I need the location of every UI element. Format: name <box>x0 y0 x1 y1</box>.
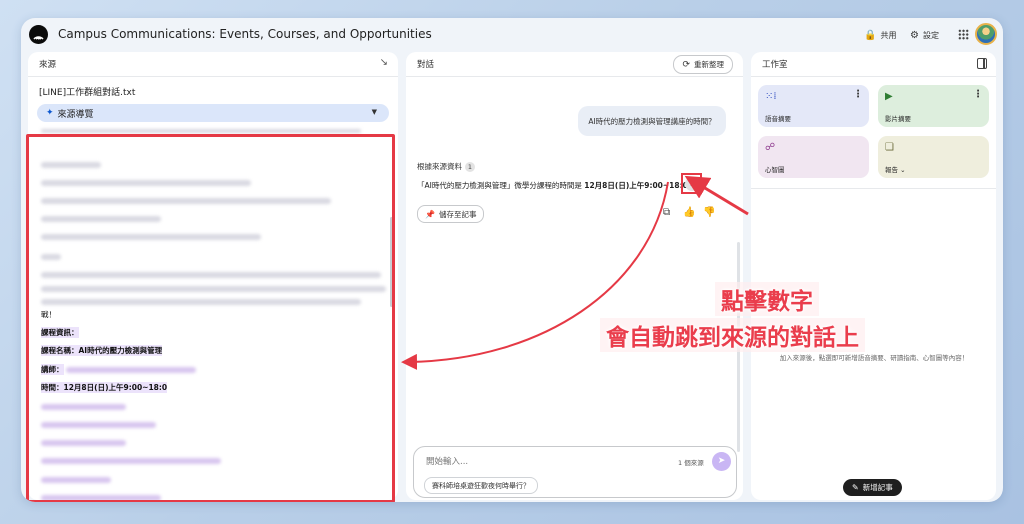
mind-map-icon: ☍ <box>765 142 776 153</box>
source-guide-button[interactable]: ✦ 來源導覽 ▼ <box>37 104 389 122</box>
more-options-icon[interactable]: ⋮ <box>853 89 863 100</box>
mind-map-card[interactable]: ☍ 心智圖 <box>758 136 869 178</box>
apps-grid-icon[interactable] <box>958 29 969 40</box>
collapse-panel-icon[interactable]: ↘ <box>380 57 388 68</box>
callout-line-2: 會自動跳到來源的對話上 <box>600 318 865 352</box>
audio-waveform-icon: ⁙⁞ <box>765 91 777 102</box>
answer-bold: 12月8日(日)上午9:00~18:0 <box>584 181 688 190</box>
copy-icon[interactable]: ⧉ <box>663 207 670 218</box>
thumbs-down-icon[interactable]: 👎 <box>703 207 715 218</box>
more-options-icon[interactable]: ⋮ <box>973 89 983 100</box>
source-count-label: 1 個來源 <box>678 459 704 467</box>
chat-panel-title: 對話 <box>417 60 435 70</box>
suggested-question-chip[interactable]: 賽科師培桌遊狂歡夜何時舉行？ <box>424 477 538 494</box>
gear-icon: ⚙ <box>910 29 919 41</box>
pin-icon: 📌 <box>425 209 435 219</box>
avatar[interactable] <box>975 23 997 45</box>
studio-panel-title: 工作室 <box>762 60 788 70</box>
report-icon: ❏ <box>885 142 894 153</box>
chevron-down-icon: ▼ <box>371 108 377 116</box>
settings-label: 設定 <box>922 30 939 40</box>
video-icon: ▶ <box>885 91 893 102</box>
notebook-title[interactable]: Campus Communications: Events, Courses, … <box>58 27 432 41</box>
based-on-sources: 根據來源資料 1 <box>417 161 475 172</box>
blurred-text-line <box>41 129 361 133</box>
card-label: 心智圖 <box>765 166 785 174</box>
source-file-name: [LINE]工作群組對話.txt <box>39 88 136 98</box>
audio-summary-card[interactable]: ⁙⁞ ⋮ 語音摘要 <box>758 85 869 127</box>
sparkle-icon: ✦ <box>46 108 54 118</box>
send-icon: ➤ <box>717 456 726 466</box>
chat-input[interactable] <box>424 453 648 471</box>
share-label: 共用 <box>880 30 897 40</box>
card-label: 報告 ⌄ <box>885 164 906 174</box>
answer-text: 「AI時代的壓力檢測與管理」微學分課程的時間是 12月8日(日)上午9:00~1… <box>417 180 688 191</box>
share-button[interactable]: 🔒 共用 <box>864 26 896 44</box>
app-logo-icon[interactable] <box>29 25 48 44</box>
citation-highlight-box <box>681 173 702 194</box>
refresh-button[interactable]: ⟳ 重新整理 <box>673 55 733 74</box>
add-note-label: 新增記事 <box>862 483 893 492</box>
refresh-icon: ⟳ <box>682 59 690 70</box>
chat-input-box: 1 個來源 ➤ 賽科師培桌遊狂歡夜何時舉行？ <box>413 446 737 498</box>
studio-panel: 工作室 ⁙⁞ ⋮ 語音摘要 ▶ ⋮ 影片摘要 ☍ 心智圖 ❏ 報告 ⌄ 加入來源… <box>751 52 996 500</box>
video-summary-card[interactable]: ▶ ⋮ 影片摘要 <box>878 85 989 127</box>
answer-prefix: 「AI時代的壓力檢測與管理」微學分課程的時間是 <box>417 181 582 190</box>
source-guide-label: 來源導覽 <box>57 109 94 120</box>
source-panel-title: 來源 <box>39 60 57 70</box>
lock-icon: 🔒 <box>864 29 877 41</box>
add-note-button[interactable]: ✎ 新增記事 <box>843 479 902 496</box>
save-to-note-button[interactable]: 📌 儲存至記事 <box>417 205 485 223</box>
thumbs-up-icon[interactable]: 👍 <box>683 207 695 218</box>
based-on-label: 根據來源資料 <box>417 162 462 171</box>
callout-line-1: 點擊數字 <box>715 282 819 316</box>
refresh-label: 重新整理 <box>694 60 724 69</box>
top-bar: Campus Communications: Events, Courses, … <box>21 18 1003 52</box>
sidebar-toggle-icon[interactable] <box>977 58 987 69</box>
report-label: 報告 <box>885 166 898 174</box>
report-card[interactable]: ❏ 報告 ⌄ <box>878 136 989 178</box>
studio-panel-header: 工作室 <box>751 52 996 77</box>
chevron-down-icon: ⌄ <box>900 166 906 174</box>
based-on-count[interactable]: 1 <box>465 161 475 172</box>
studio-empty-hint: 加入來源後，點選即可新增語音摘要、研讀指南、心智圖等內容！ <box>779 354 969 362</box>
save-note-label: 儲存至記事 <box>438 209 477 219</box>
card-label: 語音摘要 <box>765 115 791 123</box>
send-button[interactable]: ➤ <box>712 452 731 471</box>
source-highlight-box <box>26 134 395 502</box>
user-message-bubble: AI時代的壓力檢測與管理講座的時間？ <box>578 106 726 136</box>
chat-panel-header: 對話 ⟳ 重新整理 <box>406 52 743 77</box>
chat-panel: 對話 ⟳ 重新整理 AI時代的壓力檢測與管理講座的時間？ 根據來源資料 1 「A… <box>406 52 743 500</box>
pencil-icon: ✎ <box>852 483 859 492</box>
card-label: 影片摘要 <box>885 115 911 123</box>
settings-button[interactable]: ⚙ 設定 <box>910 26 939 44</box>
notebook-app-window: Campus Communications: Events, Courses, … <box>21 18 1003 502</box>
source-panel-header: 來源 ↘ <box>28 52 398 77</box>
divider <box>751 188 996 189</box>
